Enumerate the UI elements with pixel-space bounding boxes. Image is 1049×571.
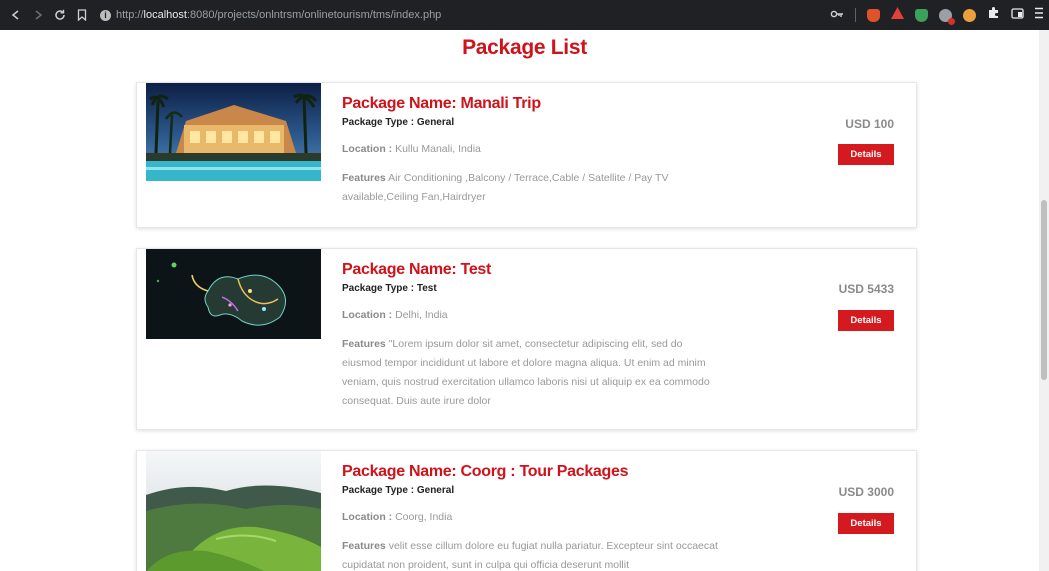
features-label: Features [342, 172, 386, 184]
features-label: Features [342, 338, 386, 350]
sidebar-icon[interactable] [1011, 6, 1024, 24]
package-price: USD 5433 [838, 282, 894, 296]
package-type-label: Package Type : [342, 117, 417, 128]
details-button[interactable]: Details [838, 310, 894, 331]
package-type-label: Package Type : [342, 485, 417, 496]
package-image [146, 83, 321, 181]
url-path: :8080/projects/onlntrsm/onlinetourism/tm… [186, 9, 442, 21]
package-type-value: General [416, 117, 455, 128]
location-value: Delhi, India [395, 309, 448, 321]
features-value: velit esse cillum dolore eu fugiat nulla… [342, 540, 718, 571]
back-icon[interactable] [8, 7, 24, 23]
extensions-area [830, 0, 1043, 30]
location-label: Location : [342, 511, 396, 523]
puzzle-icon[interactable] [987, 6, 1000, 24]
package-image [146, 451, 321, 571]
package-location: Location : Coorg, India [342, 511, 722, 523]
location-value: Kullu Manali, India [395, 143, 481, 155]
package-features: Features "Lorem ipsum dolor sit amet, co… [342, 335, 722, 411]
package-name: Package Name: Manali Trip [342, 95, 541, 112]
package-type-label: Package Type : [342, 283, 417, 294]
key-icon[interactable] [830, 6, 844, 24]
package-image [146, 249, 321, 339]
package-info: Package Name: Test Package Type : Test L… [342, 261, 722, 411]
details-button[interactable]: Details [838, 144, 894, 165]
package-type: Package Type : General [342, 485, 722, 496]
extension-icon[interactable] [963, 8, 976, 22]
browser-toolbar: i http://localhost:8080/projects/onlntrs… [0, 0, 1049, 30]
package-features: Features velit esse cillum dolore eu fug… [342, 537, 722, 571]
menu-icon[interactable] [1035, 6, 1043, 24]
location-label: Location : [342, 309, 396, 321]
bookmark-icon[interactable] [74, 7, 90, 23]
url-host: localhost [143, 9, 187, 21]
brave-shield-icon[interactable] [867, 8, 880, 22]
package-location: Location : Delhi, India [342, 309, 722, 321]
reload-icon[interactable] [52, 7, 68, 23]
page-title: Package List [462, 36, 587, 59]
package-price: USD 3000 [838, 485, 894, 499]
package-card: Package Name: Coorg : Tour Packages Pack… [136, 450, 917, 571]
location-label: Location : [342, 143, 396, 155]
package-features: Features Air Conditioning ,Balcony / Ter… [342, 169, 722, 207]
site-info-icon[interactable]: i [100, 9, 111, 21]
details-button[interactable]: Details [838, 513, 894, 534]
package-price: USD 100 [845, 117, 894, 131]
package-name: Package Name: Test [342, 261, 492, 278]
package-name: Package Name: Coorg : Tour Packages [342, 463, 629, 480]
toolbar-divider [855, 8, 856, 22]
features-value: Air Conditioning ,Balcony / Terrace,Cabl… [342, 172, 669, 203]
address-bar[interactable]: i http://localhost:8080/projects/onlntrs… [100, 4, 441, 26]
brave-rewards-icon[interactable] [891, 6, 904, 24]
shield-extension-icon[interactable] [915, 8, 928, 22]
package-info: Package Name: Manali Trip Package Type :… [342, 95, 722, 207]
package-type: Package Type : General [342, 117, 722, 128]
package-card: Package Name: Manali Trip Package Type :… [136, 82, 917, 228]
url-prefix: http:// [116, 9, 144, 21]
scrollbar-thumb[interactable] [1041, 200, 1047, 380]
package-type: Package Type : Test [342, 283, 722, 294]
forward-icon[interactable] [30, 7, 46, 23]
extension-badge-icon[interactable] [939, 8, 955, 25]
package-location: Location : Kullu Manali, India [342, 143, 722, 155]
package-type-value: Test [416, 283, 437, 294]
features-label: Features [342, 540, 386, 552]
package-type-value: General [416, 485, 455, 496]
features-value: "Lorem ipsum dolor sit amet, consectetur… [342, 338, 710, 407]
package-card: Package Name: Test Package Type : Test L… [136, 248, 917, 430]
location-value: Coorg, India [395, 511, 453, 523]
package-info: Package Name: Coorg : Tour Packages Pack… [342, 463, 722, 571]
